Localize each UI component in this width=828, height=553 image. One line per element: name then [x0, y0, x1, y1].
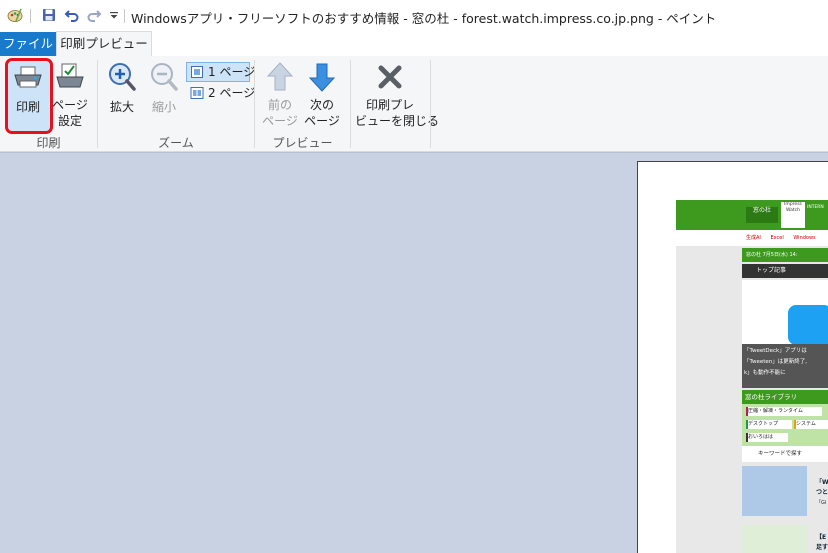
page-setup-label-1: ページ — [52, 98, 88, 112]
page-setup-icon — [56, 63, 84, 88]
tab-print-preview[interactable]: 印刷プレビュー — [56, 31, 152, 57]
nav-link: 生成AI — [746, 235, 761, 241]
title-bar: Windowsアプリ・フリーソフトのおすすめ情報 - 窓の杜 - forest.… — [0, 0, 828, 32]
redo-icon[interactable] — [86, 7, 102, 23]
date-bar: 窓の杜 7月5日(水) 14: — [742, 248, 828, 262]
library-tag: 圧縮・解凍・ランタイム — [746, 407, 822, 416]
article-caption: 「TweetDeck」アプリは 「Tweeten」は更新終了, k」も動作不能に — [742, 344, 828, 388]
next-page-button[interactable]: 次の ページ — [304, 61, 340, 129]
group-label-preview: プレビュー — [272, 136, 333, 150]
window-title: Windowsアプリ・フリーソフトのおすすめ情報 - 窓の杜 - forest.… — [131, 11, 717, 26]
one-page-label: 1 ページ — [208, 65, 256, 79]
one-page-icon — [191, 66, 203, 78]
two-page-icon — [190, 87, 204, 99]
previous-page-label-2: ページ — [262, 114, 298, 128]
article-image — [742, 280, 828, 345]
library-panel: 圧縮・解凍・ランタイム デスクトップ システム おいろはは — [742, 404, 828, 446]
printer-icon — [14, 66, 42, 88]
zoom-in-button[interactable]: 拡大 — [104, 61, 140, 117]
internet-tab: INTERN — [807, 205, 824, 210]
close-print-preview-button[interactable]: 印刷プレ ビューを閉じる — [355, 61, 440, 129]
close-preview-label-1: 印刷プレ — [365, 98, 414, 112]
library-tag: おいろはは — [746, 433, 788, 442]
site-nav: 生成AI Excel Windows — [676, 230, 828, 246]
paint-app-icon[interactable] — [7, 7, 23, 23]
previous-page-label-1: 前の — [267, 98, 292, 112]
arrow-up-icon — [266, 62, 294, 91]
site-header: 窓の杜 Impress Watch INTERN — [676, 200, 828, 230]
list-item-meta: 「Gi — [816, 500, 827, 506]
top-articles-bar: トップ記事 — [742, 264, 828, 278]
nav-link: Excel — [770, 235, 784, 241]
article-caption-line: k」も動作不能に — [744, 370, 786, 376]
zoom-in-label: 拡大 — [109, 100, 134, 114]
library-tag: デスクトップ — [746, 420, 792, 429]
group-separator — [430, 60, 431, 148]
group-separator — [350, 60, 351, 148]
nav-link: Windows — [793, 235, 816, 241]
list-item-title-line: 【E — [816, 534, 827, 541]
next-page-label-1: 次の — [309, 98, 334, 112]
zoom-out-label: 縮小 — [151, 100, 176, 114]
print-button[interactable]: 印刷 — [8, 61, 48, 126]
close-preview-label-2: ビューを閉じる — [355, 114, 440, 128]
two-page-toggle[interactable]: 2 ページ — [187, 84, 255, 102]
list-item-title-line: つと — [816, 489, 828, 496]
group-label-zoom: ズーム — [158, 136, 194, 150]
save-icon[interactable] — [41, 7, 57, 23]
zoom-in-icon — [109, 63, 136, 91]
undo-icon[interactable] — [64, 7, 80, 23]
list-item-title: 「W つと 「Gi — [816, 478, 828, 508]
page-setup-button[interactable]: ページ 設定 — [51, 61, 89, 129]
previous-page-button[interactable]: 前の ページ — [262, 61, 298, 129]
list-item-title-line: 「W — [816, 479, 828, 486]
preview-page: 窓の杜 Impress Watch INTERN 生成AI Excel Wind… — [637, 161, 828, 553]
two-page-label: 2 ページ — [208, 86, 256, 100]
zoom-out-button[interactable]: 縮小 — [146, 61, 182, 117]
page-image: 窓の杜 Impress Watch INTERN 生成AI Excel Wind… — [676, 200, 828, 553]
keyword-search: キーワードで探す — [742, 446, 828, 462]
impress-tab: Impress Watch — [781, 202, 805, 228]
list-item-title: 【E 足す — [816, 533, 828, 553]
tab-file[interactable]: ファイル — [0, 32, 56, 56]
list-item-thumbnail — [742, 525, 807, 553]
library-title: 窓の杜ライブラリ — [742, 390, 828, 404]
next-page-label-2: ページ — [304, 114, 340, 128]
arrow-down-icon — [308, 63, 336, 92]
print-label: 印刷 — [15, 100, 40, 114]
impress-tab-line-2: Watch — [785, 208, 800, 213]
site-logo: 窓の杜 — [746, 207, 778, 223]
page-setup-label-2: 設定 — [57, 114, 82, 128]
group-label-print: 印刷 — [36, 136, 61, 150]
list-item-thumbnail — [742, 466, 807, 516]
one-page-toggle[interactable]: 1 ページ — [186, 62, 255, 82]
library-tag: システム — [794, 420, 828, 429]
article-caption-line: 「Tweeten」は更新終了, — [744, 359, 807, 365]
close-icon — [378, 65, 402, 89]
article-caption-line: 「TweetDeck」アプリは — [744, 348, 807, 354]
customize-toolbar-icon[interactable] — [106, 7, 122, 23]
twitter-icon — [788, 305, 828, 345]
zoom-out-icon — [151, 63, 178, 91]
